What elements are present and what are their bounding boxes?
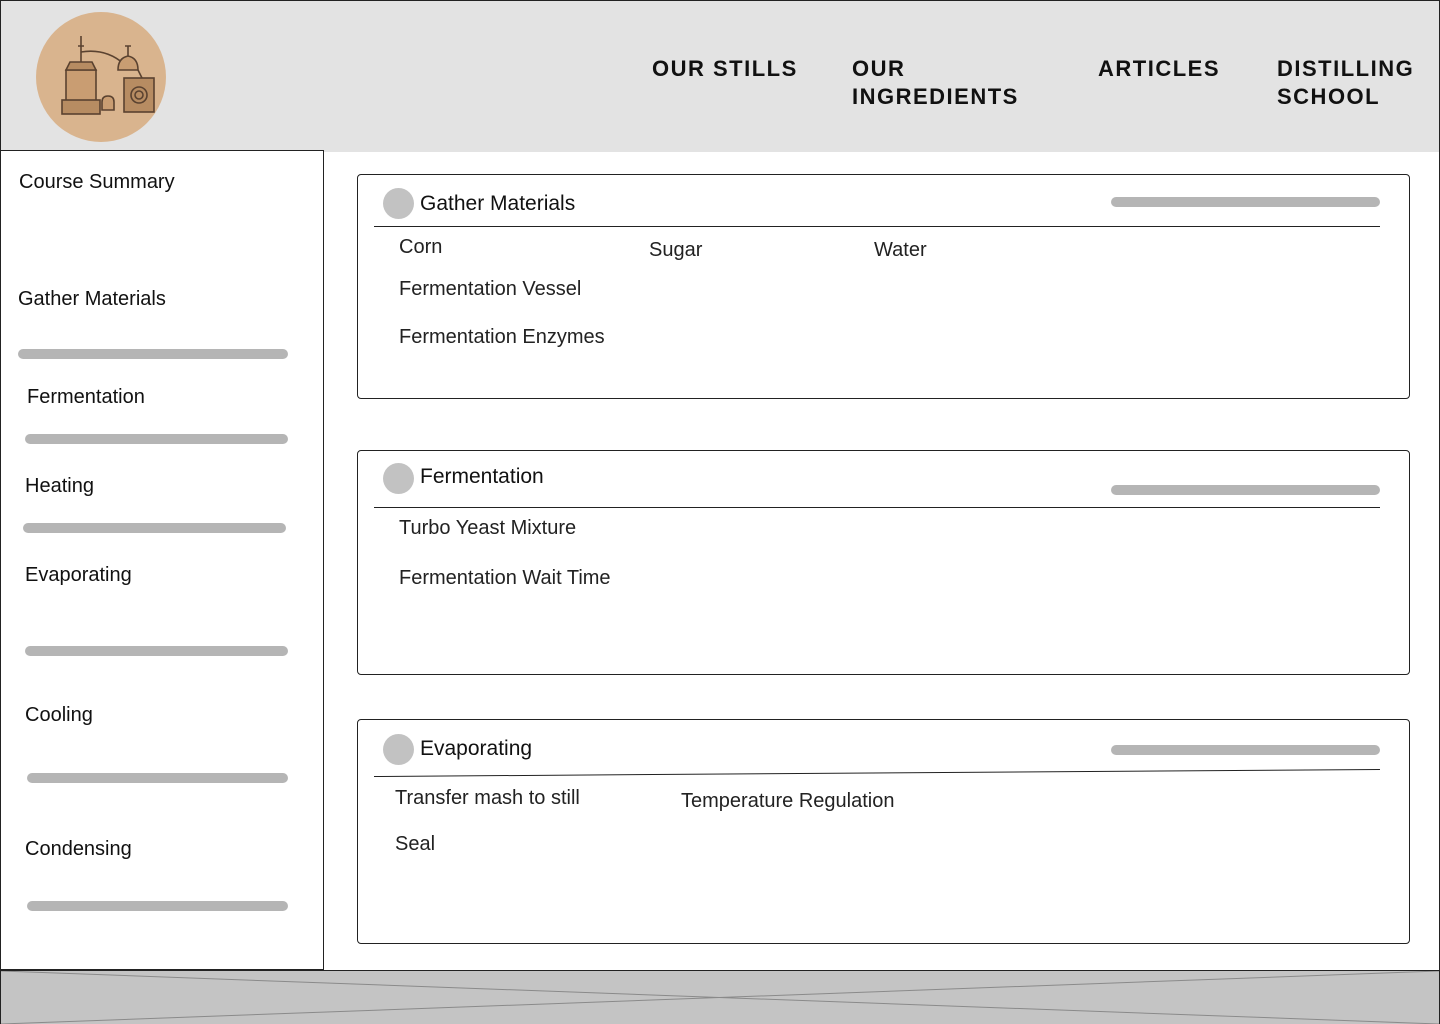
footer-placeholder [1,970,1439,1024]
sidebar-progress-gather-materials [18,349,288,359]
nav-our-ingredients[interactable]: OUR INGREDIENTS [852,55,1019,111]
footer-placeholder-cross-icon [1,971,1439,1024]
step-card-evaporating: Evaporating Transfer mash to still Tempe… [357,719,1410,944]
material-item-water[interactable]: Water [874,239,927,262]
step-item-turbo-yeast-mixture[interactable]: Turbo Yeast Mixture [399,517,576,540]
sidebar-progress-fermentation [25,434,288,444]
sidebar-item-cooling[interactable]: Cooling [25,704,93,727]
step-card-divider [374,226,1380,227]
nav-our-ingredients-label-line2: INGREDIENTS [852,84,1019,109]
step-item-seal[interactable]: Seal [395,833,435,856]
nav-our-stills-label: OUR STILLS [652,56,798,81]
sidebar-item-gather-materials[interactable]: Gather Materials [18,288,166,311]
step-card-title: Fermentation [420,465,544,488]
nav-distilling-school[interactable]: DISTILLING SCHOOL [1277,55,1414,111]
nav-distilling-school-label-line1: DISTILLING [1277,56,1415,81]
step-item-temperature-regulation[interactable]: Temperature Regulation [681,790,894,813]
step-item-fermentation-wait-time[interactable]: Fermentation Wait Time [399,567,611,590]
sidebar-title: Course Summary [19,171,175,193]
nav-distilling-school-label-line2: SCHOOL [1277,84,1381,109]
step-card-fermentation: Fermentation Turbo Yeast Mixture Ferment… [357,450,1410,675]
step-item-transfer-mash-to-still[interactable]: Transfer mash to still [395,787,580,810]
step-card-progress-bar [1111,485,1380,495]
step-card-gather-materials: Gather Materials Corn Sugar Water Fermen… [357,174,1410,399]
distillery-still-logo-icon[interactable] [36,12,166,142]
material-item-sugar[interactable]: Sugar [649,239,702,262]
course-summary-sidebar: Course Summary Gather Materials Fermenta… [0,150,324,970]
sidebar-progress-evaporating [25,646,288,656]
step-card-progress-bar [1111,745,1380,755]
site-header: OUR STILLS OUR INGREDIENTS ARTICLES DIST… [1,1,1439,152]
sidebar-item-fermentation[interactable]: Fermentation [27,386,145,409]
sidebar-progress-condensing [27,901,288,911]
material-item-fermentation-vessel[interactable]: Fermentation Vessel [399,278,581,301]
step-card-divider [373,768,1380,777]
step-card-title: Evaporating [420,737,533,760]
nav-our-ingredients-label-line1: OUR [852,56,906,81]
material-item-corn[interactable]: Corn [399,236,442,259]
nav-our-stills[interactable]: OUR STILLS [652,55,798,83]
step-status-icon [383,463,414,494]
sidebar-progress-heating [23,523,286,533]
sidebar-item-heating[interactable]: Heating [25,475,94,498]
sidebar-item-evaporating[interactable]: Evaporating [25,564,132,587]
step-card-divider [374,507,1380,508]
material-item-fermentation-enzymes[interactable]: Fermentation Enzymes [399,326,605,349]
step-status-icon [383,188,414,219]
sidebar-progress-cooling [27,773,288,783]
step-card-title: Gather Materials [420,192,576,215]
step-status-icon [383,734,414,765]
step-card-progress-bar [1111,197,1380,207]
sidebar-item-condensing[interactable]: Condensing [25,838,132,861]
nav-articles-label: ARTICLES [1098,56,1220,81]
nav-articles[interactable]: ARTICLES [1098,55,1220,83]
